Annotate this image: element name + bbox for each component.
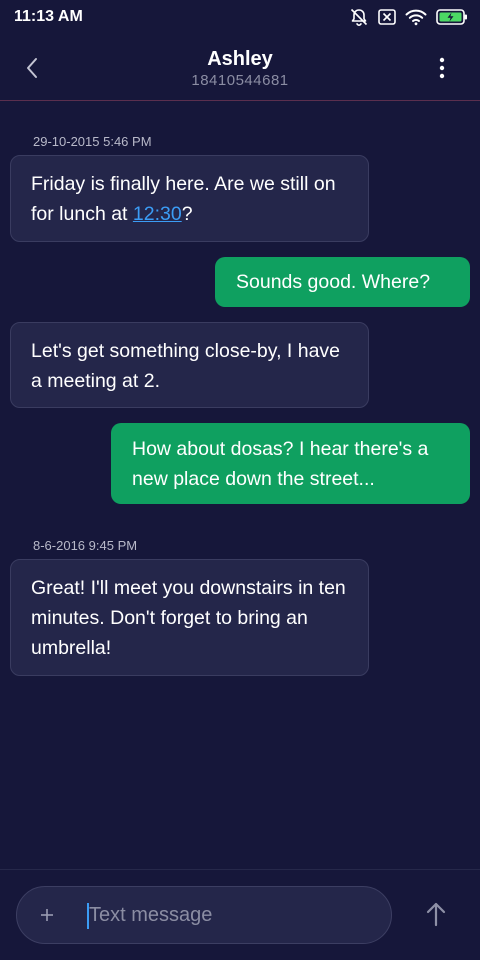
send-button[interactable] <box>418 896 454 932</box>
message-text: ? <box>181 203 193 225</box>
notifications-off-icon <box>349 7 369 27</box>
message-input[interactable] <box>89 895 379 935</box>
message-bubble-incoming[interactable]: Let's get something close-by, I have a m… <box>10 322 369 408</box>
message-bubble-outgoing[interactable]: Sounds good. Where? <box>215 257 470 307</box>
message-composer <box>16 886 392 944</box>
more-options-button[interactable] <box>426 52 458 84</box>
message-text: Great! I'll meet you downstairs in ten m… <box>31 577 346 659</box>
contact-name: Ashley <box>207 48 273 70</box>
message-bubble-outgoing[interactable]: How about dosas? I hear there's a new pl… <box>111 423 470 504</box>
status-bar: 11:13 AM <box>0 0 480 36</box>
no-sim-icon <box>378 9 396 25</box>
message-bubble-incoming[interactable]: Great! I'll meet you downstairs in ten m… <box>10 559 369 676</box>
status-icons <box>349 6 468 28</box>
composer-divider <box>0 869 480 870</box>
wifi-icon <box>405 8 427 26</box>
more-vert-icon <box>439 57 445 79</box>
send-arrow-icon <box>426 902 446 927</box>
message-text: Let's get something close-by, I have a m… <box>31 340 341 392</box>
message-timestamp: 8-6-2016 9:45 PM <box>33 538 138 553</box>
message-text: How about dosas? I hear there's a new pl… <box>132 438 429 490</box>
time-link[interactable]: 12:30 <box>133 203 182 225</box>
status-time: 11:13 AM <box>14 8 83 25</box>
conversation-header: Ashley 18410544681 <box>0 36 480 100</box>
battery-charging-icon <box>436 8 468 26</box>
message-timestamp: 29-10-2015 5:46 PM <box>33 134 152 149</box>
plus-icon <box>41 909 53 921</box>
contact-number: 18410544681 <box>191 72 289 89</box>
message-bubble-incoming[interactable]: Friday is finally here. Are we still on … <box>10 155 369 242</box>
message-text: Sounds good. Where? <box>236 271 431 293</box>
add-attachment-button[interactable] <box>33 901 61 929</box>
header-divider <box>0 100 480 101</box>
